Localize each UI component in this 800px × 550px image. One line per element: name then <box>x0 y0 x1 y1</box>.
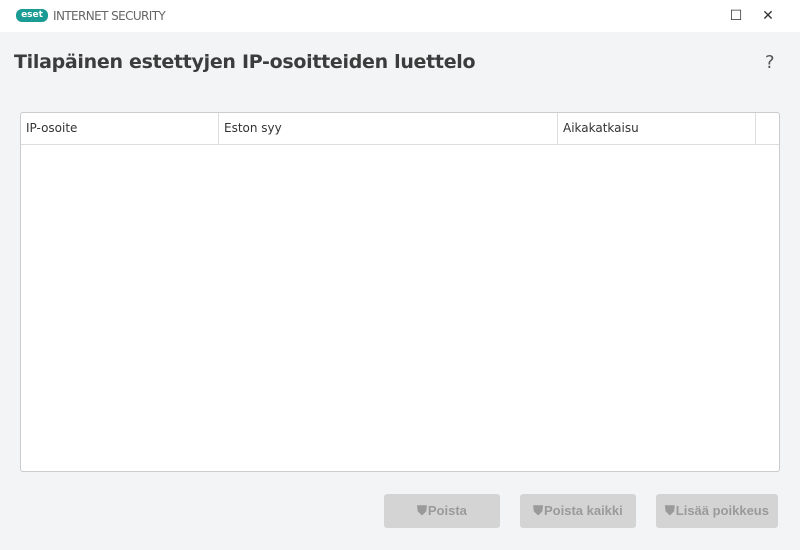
product-name: INTERNET SECURITY <box>53 9 166 23</box>
remove-all-label: Poista kaikki <box>543 503 623 518</box>
column-timeout[interactable]: Aikakatkaisu <box>558 113 756 144</box>
remove-button[interactable]: ⛊Poista <box>384 494 500 528</box>
add-exception-label: Lisää poikkeus <box>675 503 769 518</box>
blocked-ip-table: IP-osoite Eston syy Aikakatkaisu <box>20 112 780 472</box>
column-ip-address[interactable]: IP-osoite <box>21 113 219 144</box>
eset-logo: eset <box>16 9 48 22</box>
title-bar: eset INTERNET SECURITY ☐ ✕ <box>0 0 800 32</box>
page-title: Tilapäinen estettyjen IP-osoitteiden lue… <box>14 51 476 73</box>
column-block-reason[interactable]: Eston syy <box>219 113 558 144</box>
shield-icon: ⛊ <box>665 503 675 518</box>
close-button[interactable]: ✕ <box>758 6 778 26</box>
table-header: IP-osoite Eston syy Aikakatkaisu <box>21 113 779 145</box>
maximize-button[interactable]: ☐ <box>726 6 746 26</box>
remove-label: Poista <box>427 503 467 518</box>
shield-icon: ⛊ <box>417 503 427 518</box>
add-exception-button[interactable]: ⛊Lisää poikkeus <box>656 494 778 528</box>
shield-icon: ⛊ <box>533 503 543 518</box>
remove-all-button[interactable]: ⛊Poista kaikki <box>520 494 636 528</box>
help-icon[interactable]: ? <box>765 52 775 73</box>
